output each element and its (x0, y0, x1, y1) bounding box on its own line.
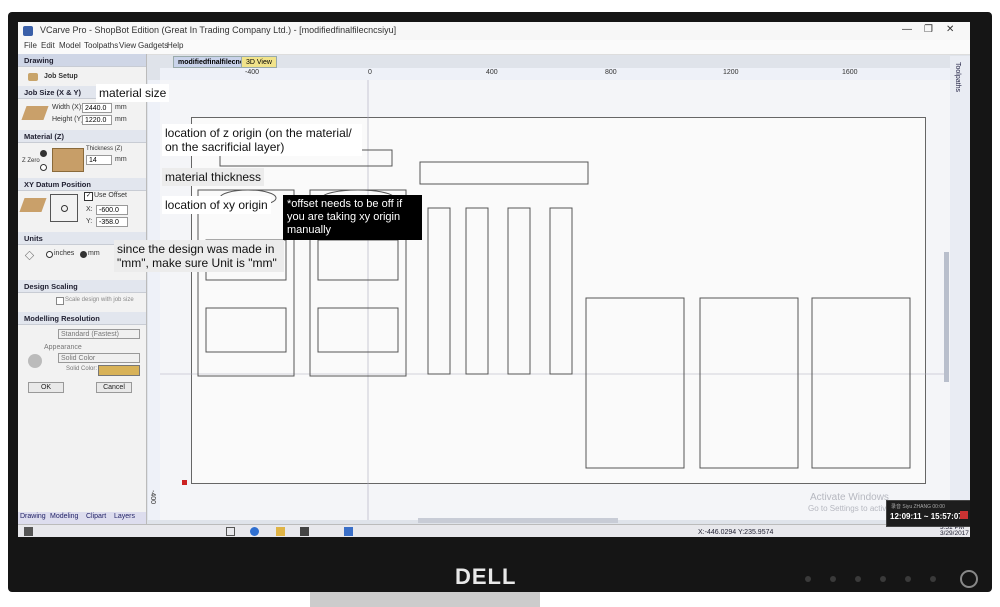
power-button-icon (960, 570, 978, 588)
timer-range: 12:09:11 ~ 15:57:07 (890, 512, 963, 521)
part-cutout (205, 307, 287, 353)
part-panel (811, 297, 911, 469)
explorer-icon[interactable] (276, 527, 285, 536)
horizontal-scrollbar[interactable] (418, 518, 618, 523)
part-panel (585, 297, 685, 469)
annotation-units-note: since the design was made in "mm", make … (114, 240, 284, 272)
annotation-material-size: material size (96, 84, 170, 102)
origin-marker-icon (182, 480, 187, 485)
monitor-button (905, 576, 911, 582)
part-strip (427, 207, 451, 375)
vertical-scrollbar[interactable] (944, 252, 949, 382)
edge-icon[interactable] (250, 527, 259, 536)
monitor-button (805, 576, 811, 582)
monitor-button (930, 576, 936, 582)
monitor-button (830, 576, 836, 582)
activate-windows-watermark: Activate Windows (810, 492, 889, 503)
monitor-stand (310, 592, 540, 607)
recording-timer: 录音 Siyu ZHANG 00:00 12:09:11 ~ 15:57:07 (886, 500, 970, 527)
timer-close-icon[interactable] (960, 511, 968, 519)
part-frame (197, 189, 295, 377)
start-icon[interactable] (24, 527, 33, 536)
toolpaths-side-label: Toolpaths (954, 62, 961, 92)
toolpaths-side-tab[interactable]: Toolpaths (950, 56, 970, 536)
part-cutout (317, 307, 399, 353)
vcarve-app-icon[interactable] (344, 527, 353, 536)
cursor-coordinates: X:-446.0294 Y:235.9574 (698, 529, 774, 536)
annotation-material-thickness: material thickness (162, 168, 265, 186)
part-cutout (317, 239, 399, 281)
monitor-button (880, 576, 886, 582)
part-panel (699, 297, 799, 469)
part-strip (507, 207, 531, 375)
annotation-xy-origin: location of xy origin (162, 196, 271, 214)
part-strip (419, 161, 589, 185)
annotation-z-origin: location of z origin (on the material/ o… (162, 124, 362, 156)
part-strip (549, 207, 573, 375)
store-icon[interactable] (300, 527, 309, 536)
part-strip (465, 207, 489, 375)
task-view-icon[interactable] (226, 527, 235, 536)
brand-logo: DELL (455, 564, 517, 589)
monitor-button (855, 576, 861, 582)
clock-date: 3/29/2017 (940, 530, 969, 537)
taskbar (18, 524, 970, 537)
timer-label: 录音 Siyu ZHANG 00:00 (891, 504, 945, 510)
annotation-offset-note: *offset needs to be off if you are takin… (283, 195, 422, 240)
